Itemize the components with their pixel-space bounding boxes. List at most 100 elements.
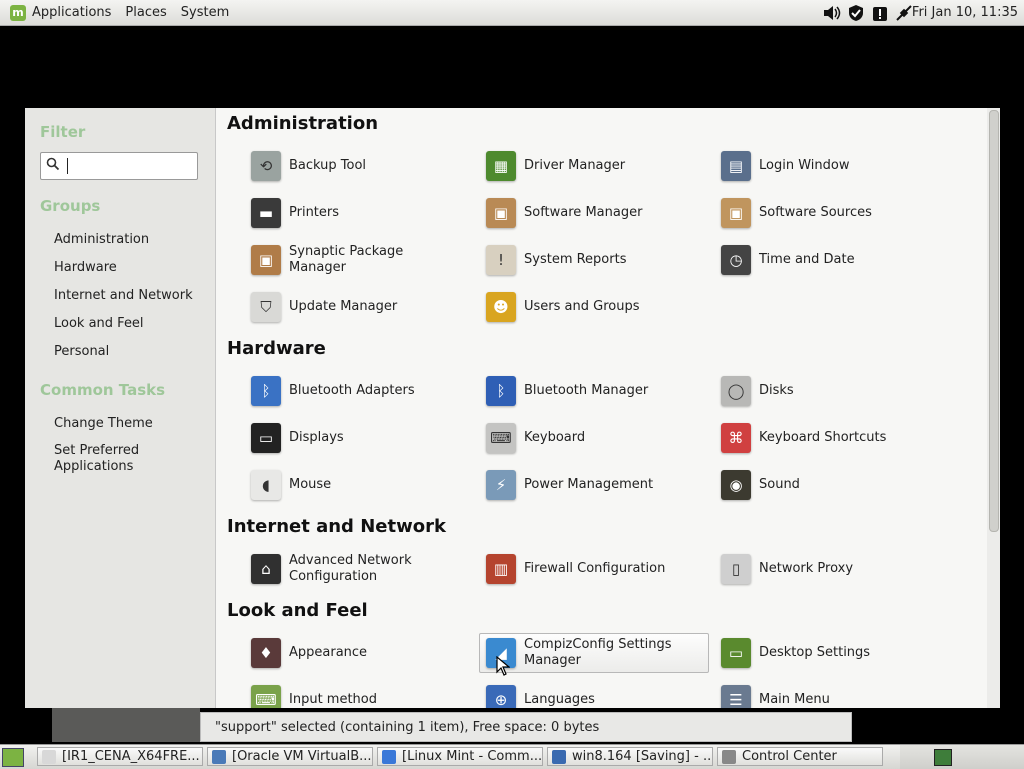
window-icon bbox=[722, 749, 736, 764]
applet-system-reports[interactable]: ! System Reports bbox=[479, 240, 709, 280]
package-sources-icon: ▣ bbox=[721, 198, 751, 228]
globe-icon: ⊕ bbox=[486, 685, 516, 708]
status-bar: "support" selected (containing 1 item), … bbox=[200, 712, 852, 742]
applet-update-manager[interactable]: ⛉ Update Manager bbox=[244, 287, 474, 327]
menu-places[interactable]: Places bbox=[125, 5, 166, 20]
taskbar-button-1[interactable]: [IR1_CENA_X64FRE... bbox=[37, 747, 203, 766]
mouse-icon: ◖ bbox=[251, 470, 281, 500]
applet-label: Time and Date bbox=[759, 252, 855, 267]
applet-label: Desktop Settings bbox=[759, 645, 871, 660]
taskbar-button-label: Control Center bbox=[742, 749, 837, 764]
mouse-cursor-icon bbox=[496, 655, 511, 681]
applet-disks[interactable]: ◯ Disks bbox=[714, 371, 944, 411]
applet-users-and-groups[interactable]: ☻ Users and Groups bbox=[479, 287, 709, 327]
applet-login-window[interactable]: ▤ Login Window bbox=[714, 146, 944, 186]
control-center-window: Filter Groups Administration Hardware In… bbox=[25, 108, 1000, 708]
group-administration[interactable]: Administration bbox=[54, 232, 149, 247]
taskbar-button-2[interactable]: [Oracle VM VirtualB... bbox=[207, 747, 373, 766]
taskbar-button-4[interactable]: win8.164 [Saving] - ... bbox=[547, 747, 713, 766]
file-manager-status-area: "support" selected (containing 1 item), … bbox=[52, 708, 852, 742]
appearance-icon: ♦ bbox=[251, 638, 281, 668]
applet-time-and-date[interactable]: ◷ Time and Date bbox=[714, 240, 944, 280]
shield-icon[interactable] bbox=[846, 3, 866, 23]
applet-label: Users and Groups bbox=[524, 299, 640, 314]
applet-label: Sound bbox=[759, 477, 800, 492]
section-title-hardware: Hardware bbox=[227, 338, 326, 359]
task-change-theme[interactable]: Change Theme bbox=[54, 416, 153, 431]
mint-logo-icon[interactable]: m bbox=[10, 4, 26, 21]
menu-system[interactable]: System bbox=[181, 5, 229, 20]
applet-label: Input method bbox=[289, 692, 377, 707]
applet-input-method[interactable]: ⌨ Input method bbox=[244, 680, 474, 708]
taskbar-button-label: [Linux Mint - Comm... bbox=[402, 749, 543, 764]
groups-heading: Groups bbox=[40, 197, 101, 215]
search-input[interactable] bbox=[40, 152, 198, 180]
scrollbar[interactable] bbox=[987, 108, 1000, 708]
taskbar-button-label: [Oracle VM VirtualB... bbox=[232, 749, 372, 764]
sidebar: Filter Groups Administration Hardware In… bbox=[25, 108, 215, 708]
applet-mouse[interactable]: ◖ Mouse bbox=[244, 465, 474, 505]
applet-desktop-settings[interactable]: ▭ Desktop Settings bbox=[714, 633, 944, 673]
applet-label: Advanced Network Configuration bbox=[289, 553, 412, 584]
show-desktop-icon[interactable] bbox=[2, 748, 24, 767]
common-tasks-heading: Common Tasks bbox=[40, 381, 166, 399]
group-internet-and-network[interactable]: Internet and Network bbox=[54, 288, 193, 303]
applet-driver-manager[interactable]: ▦ Driver Manager bbox=[479, 146, 709, 186]
menu-applications[interactable]: Applications bbox=[32, 5, 111, 20]
applet-software-manager[interactable]: ▣ Software Manager bbox=[479, 193, 709, 233]
firewall-icon: ▥ bbox=[486, 554, 516, 584]
applet-label: Printers bbox=[289, 205, 340, 220]
applet-label: Languages bbox=[524, 692, 595, 707]
applet-network-proxy[interactable]: ▯ Network Proxy bbox=[714, 549, 944, 589]
applet-software-sources[interactable]: ▣ Software Sources bbox=[714, 193, 944, 233]
users-icon: ☻ bbox=[486, 292, 516, 322]
status-left-panel bbox=[52, 708, 200, 742]
applet-label: Main Menu bbox=[759, 692, 830, 707]
applet-label: Appearance bbox=[289, 645, 368, 660]
applet-backup-tool[interactable]: ⟲ Backup Tool bbox=[244, 146, 474, 186]
applet-languages[interactable]: ⊕ Languages bbox=[479, 680, 709, 708]
applet-label: Displays bbox=[289, 430, 344, 445]
applet-appearance[interactable]: ♦ Appearance bbox=[244, 633, 474, 673]
group-hardware[interactable]: Hardware bbox=[54, 260, 117, 275]
scrollbar-thumb[interactable] bbox=[989, 110, 999, 532]
taskbar-button-5[interactable]: Control Center bbox=[717, 747, 883, 766]
applet-keyboard-shortcuts[interactable]: ⌘ Keyboard Shortcuts bbox=[714, 418, 944, 458]
speaker-icon: ◉ bbox=[721, 470, 751, 500]
applet-firewall-configuration[interactable]: ▥ Firewall Configuration bbox=[479, 549, 709, 589]
workspace-icon[interactable] bbox=[934, 749, 952, 766]
proxy-icon: ▯ bbox=[721, 554, 751, 584]
applet-sound[interactable]: ◉ Sound bbox=[714, 465, 944, 505]
group-personal[interactable]: Personal bbox=[54, 344, 109, 359]
task-set-preferred-applications[interactable]: Set Preferred Applications bbox=[54, 443, 164, 475]
section-title-administration: Administration bbox=[227, 113, 379, 134]
text-caret bbox=[67, 158, 68, 174]
applet-main-menu[interactable]: ☰ Main Menu bbox=[714, 680, 944, 708]
applet-printers[interactable]: ▬ Printers bbox=[244, 193, 474, 233]
clock-icon: ◷ bbox=[721, 245, 751, 275]
input-method-icon: ⌨ bbox=[251, 685, 281, 708]
alert-icon[interactable] bbox=[870, 3, 890, 23]
search-icon bbox=[46, 157, 60, 175]
synaptic-icon: ▣ bbox=[251, 245, 281, 275]
volume-icon[interactable] bbox=[822, 3, 842, 23]
backup-icon: ⟲ bbox=[251, 151, 281, 181]
applet-synaptic-package-manager[interactable]: ▣ Synaptic Package Manager bbox=[244, 240, 474, 280]
applet-label: Network Proxy bbox=[759, 561, 854, 576]
bluetooth-adapter-icon: ᛒ bbox=[251, 376, 281, 406]
group-look-and-feel[interactable]: Look and Feel bbox=[54, 316, 144, 331]
applet-bluetooth-manager[interactable]: ᛒ Bluetooth Manager bbox=[479, 371, 709, 411]
applet-keyboard[interactable]: ⌨ Keyboard bbox=[479, 418, 709, 458]
applet-advanced-network-configuration[interactable]: ⌂ Advanced Network Configuration bbox=[244, 549, 474, 589]
applet-displays[interactable]: ▭ Displays bbox=[244, 418, 474, 458]
report-icon: ! bbox=[486, 245, 516, 275]
applet-compizconfig-settings-manager[interactable]: ◢ CompizConfig Settings Manager bbox=[479, 633, 709, 673]
clock[interactable]: Fri Jan 10, 11:35 bbox=[912, 5, 1018, 20]
applet-power-management[interactable]: ⚡ Power Management bbox=[479, 465, 709, 505]
keyboard-shortcuts-icon: ⌘ bbox=[721, 423, 751, 453]
window-icon bbox=[382, 749, 396, 764]
applet-bluetooth-adapters[interactable]: ᛒ Bluetooth Adapters bbox=[244, 371, 474, 411]
taskbar-button-3[interactable]: [Linux Mint - Comm... bbox=[377, 747, 543, 766]
disk-icon: ◯ bbox=[721, 376, 751, 406]
applet-label: Login Window bbox=[759, 158, 850, 173]
